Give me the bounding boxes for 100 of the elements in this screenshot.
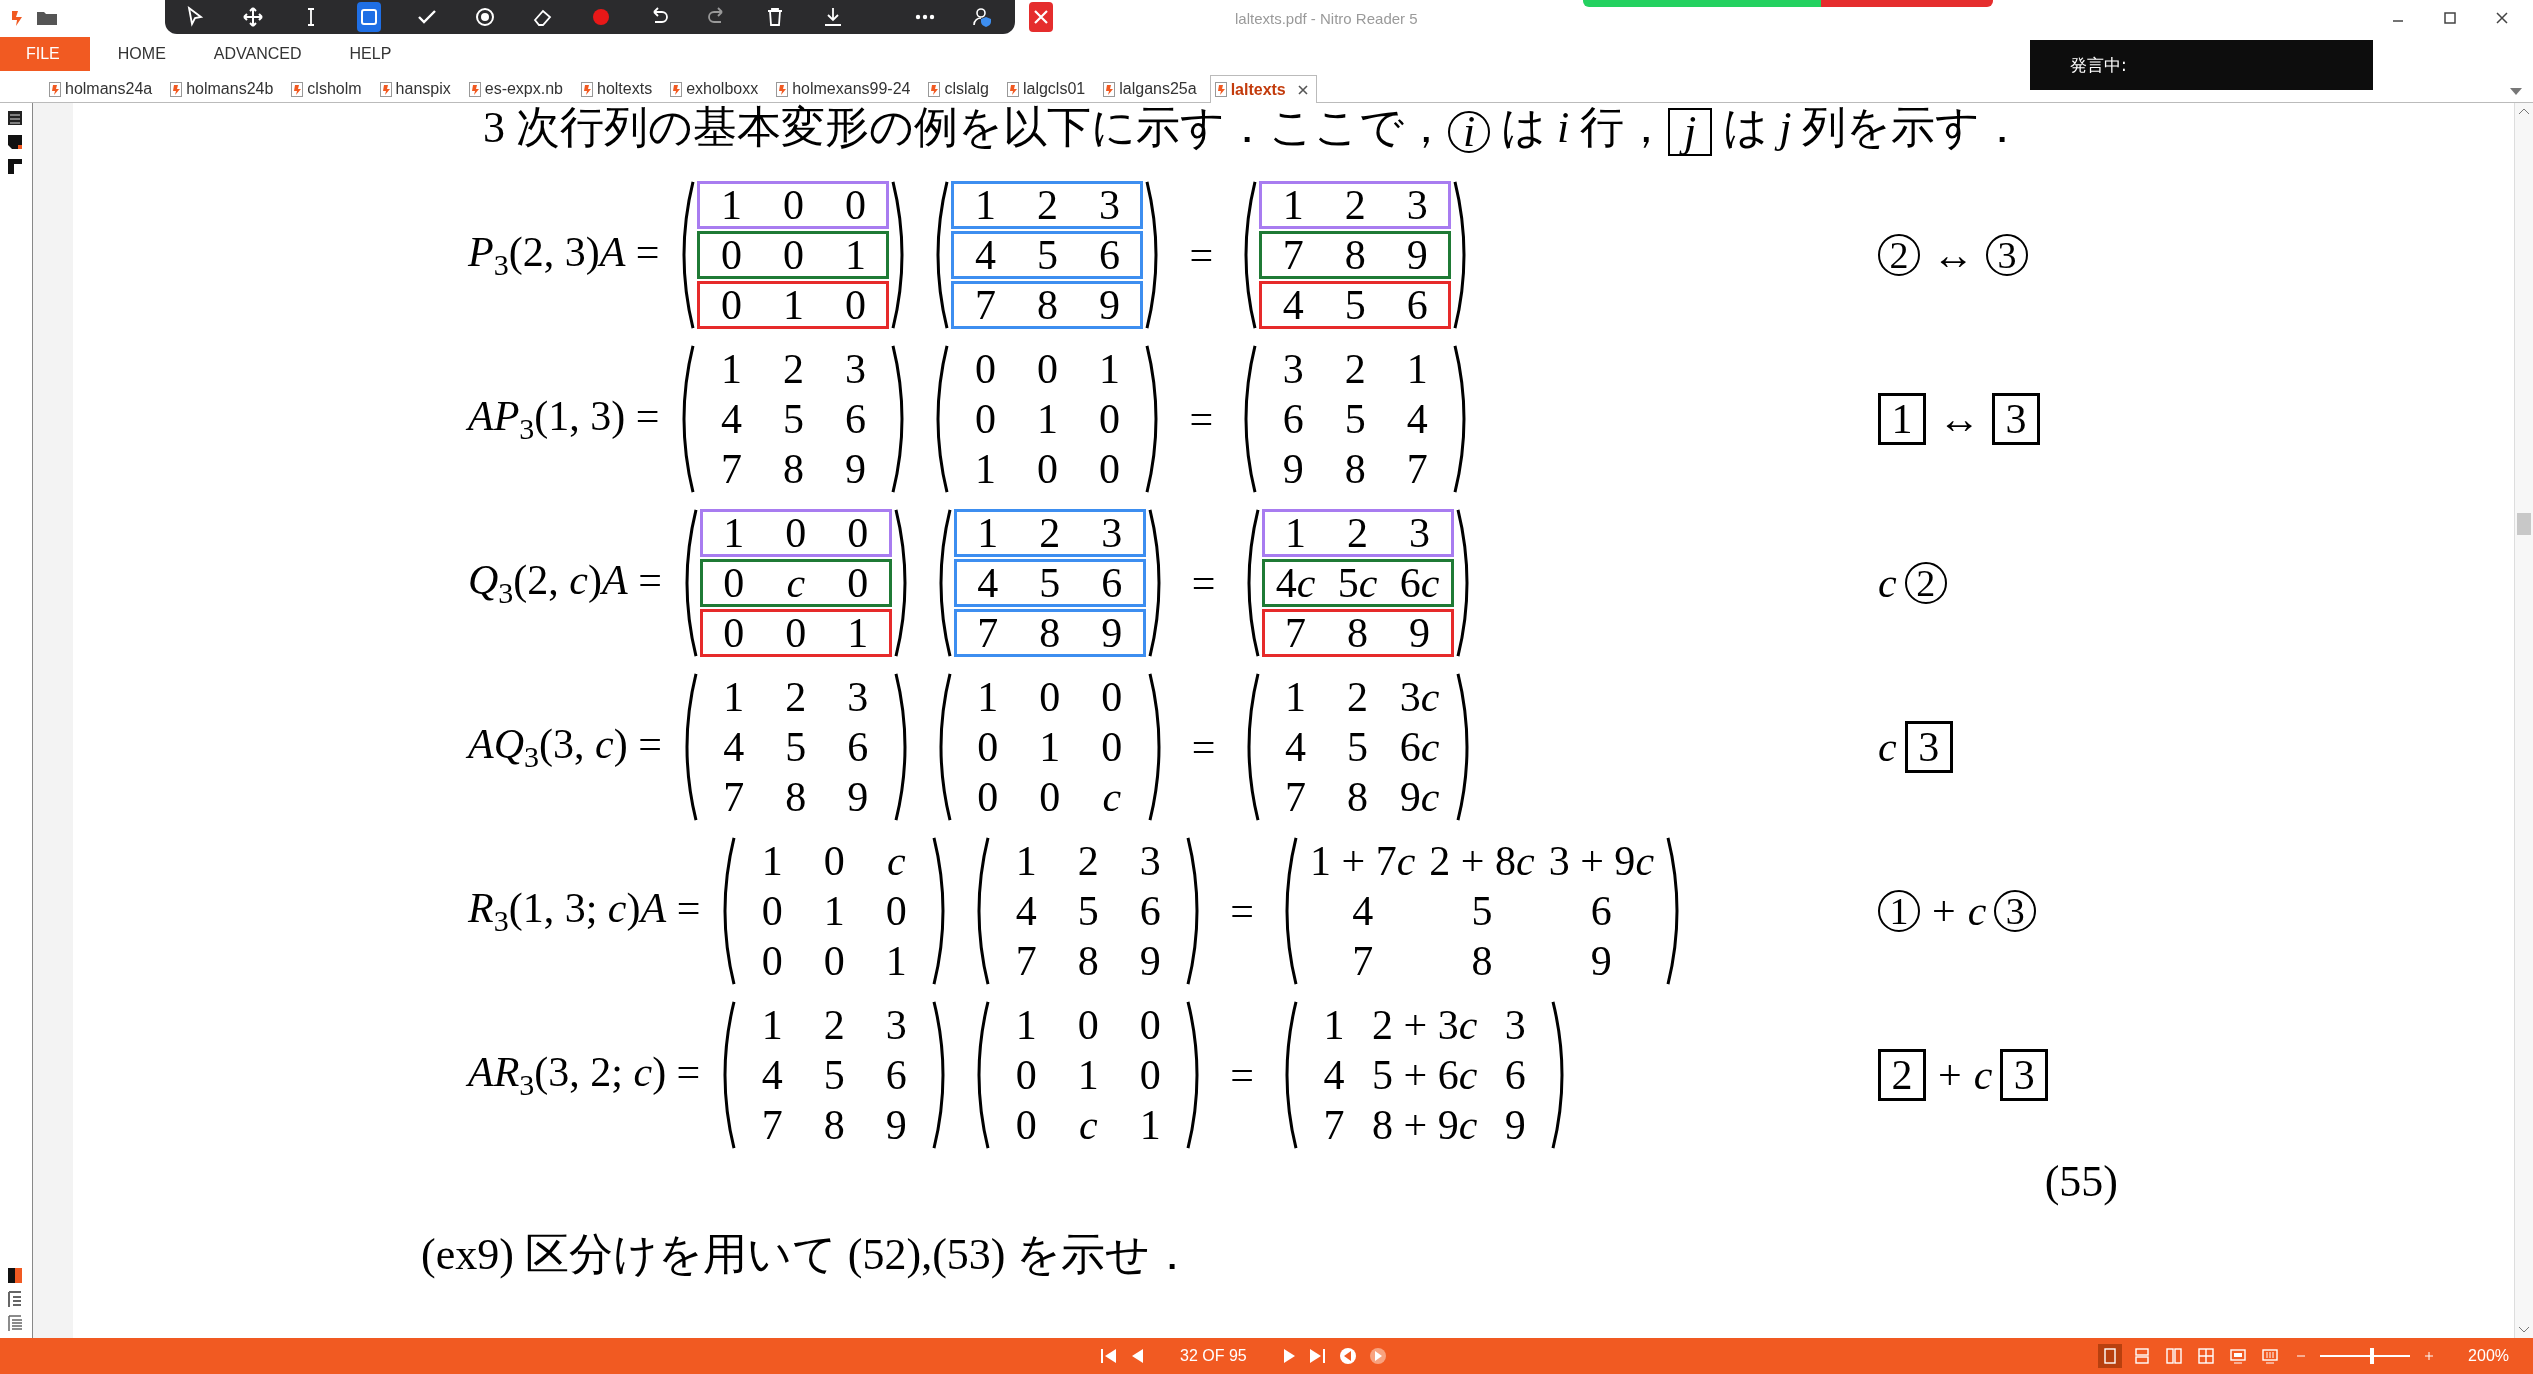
pdf-file-icon [928, 81, 941, 97]
matrix-entry: 0 [976, 725, 1000, 768]
matrix-entry: 3 [1281, 347, 1305, 390]
matrix-entry: 3 [1100, 511, 1124, 554]
matrix-entry: 7 [1322, 1103, 1346, 1146]
app-logo-icon [10, 9, 24, 27]
close-icon[interactable] [1297, 84, 1308, 95]
matrix-entry: 4 [1281, 283, 1305, 326]
back-view-icon[interactable] [1338, 1347, 1357, 1365]
document-tab[interactable]: laltexts [1209, 75, 1317, 103]
menu-item[interactable]: HOME [97, 37, 186, 71]
matrix-entry: 7 [760, 1103, 784, 1146]
document-tab[interactable]: clslalg [923, 75, 998, 102]
matrix-entry: 2 [782, 347, 805, 390]
matrix-entry: 1 [1036, 397, 1059, 440]
matrix-entry: 7 [1284, 611, 1308, 654]
matrix-entry: 6 [844, 397, 867, 440]
math-variable: c [1967, 886, 1987, 935]
matrix-entry: 5 [822, 1053, 846, 1096]
document-tab[interactable]: holmexans99-24 [771, 75, 920, 102]
matrix-entry: 1 [1405, 347, 1429, 390]
matrix-entry: 0 [782, 233, 805, 276]
matrix-entry: 8 [1036, 283, 1059, 326]
maximize-icon[interactable] [2443, 11, 2457, 25]
matrix-entry: 8 [784, 775, 808, 818]
matrix-entry: 7 [976, 611, 1000, 654]
matrix-entry: 0 [1076, 1003, 1100, 1046]
matrix-entry: 0 [720, 283, 743, 326]
document-tab[interactable]: holmans24b [165, 75, 283, 102]
matrix-entry: 7 [1351, 939, 1375, 982]
scroll-down-icon[interactable] [2518, 1326, 2530, 1334]
math-operator: ↔ [1937, 394, 1981, 443]
matrix-entry: 6 [1405, 283, 1429, 326]
circled-number: 2 [1904, 561, 1947, 604]
menu-item[interactable]: HELP [329, 37, 412, 71]
matrix-entry: 0 [782, 183, 805, 226]
matrix-entry: 3 [884, 1003, 908, 1046]
matrix-entry: 3 [1138, 839, 1162, 882]
matrix-entry: 0 [1100, 725, 1124, 768]
matrix-entry: 0 [844, 183, 867, 226]
matrix-entry: 6 [1098, 233, 1121, 276]
last-page-icon[interactable] [1308, 1348, 1327, 1364]
dropdown-arrow-icon[interactable] [2509, 86, 2523, 96]
scrollbar-thumb[interactable] [2517, 513, 2531, 535]
zoom-in-icon[interactable] [2424, 1351, 2435, 1361]
matrix-entry: c [1078, 1103, 1099, 1146]
pdf-file-icon [379, 81, 392, 97]
matrix-entry: 1 [1281, 183, 1305, 226]
pdf-file-icon [170, 81, 183, 97]
matrix-entry: 0 [822, 939, 846, 982]
matrix-entry: 1 [760, 839, 784, 882]
matrix-entry: 9 [884, 1103, 908, 1146]
matrix-entry: 1 [1076, 1053, 1100, 1096]
math-operator: + [1931, 886, 1957, 935]
document-tab[interactable]: es-expx.nb [463, 75, 572, 102]
document-tab[interactable]: holmans24a [44, 75, 162, 102]
matrix-entry: 9 [846, 775, 870, 818]
matrix-entry: 5 [1343, 397, 1367, 440]
matrix-entry: 1 [760, 1003, 784, 1046]
document-tab[interactable]: holtexts [576, 75, 662, 102]
circled-number: 2 [1878, 233, 1920, 276]
matrix-entry: 9 [1281, 447, 1305, 490]
view-mode-icon[interactable] [2098, 1344, 2123, 1368]
rectangle-icon[interactable] [357, 2, 381, 32]
next-page-icon[interactable] [1282, 1348, 1297, 1364]
matrix-entry: 4 [722, 725, 746, 768]
matrix-entry: 1 [1138, 1103, 1162, 1146]
slider-thumb[interactable] [2370, 1348, 2375, 1364]
matrix-entry: 4 [760, 1053, 784, 1096]
close-icon[interactable] [1029, 2, 1053, 32]
document-tab[interactable]: lalgcls01 [1001, 75, 1095, 102]
document-tab[interactable]: lalgans25a [1098, 75, 1206, 102]
matrix-entry: 3 [1405, 183, 1429, 226]
matrix-entry: 1 [844, 233, 867, 276]
matrix-entry: 1 [974, 447, 997, 490]
previous-page-icon[interactable] [1130, 1348, 1144, 1364]
matrix-entry: 1 [976, 511, 1000, 554]
circled-number: 3 [1986, 233, 2028, 276]
document-tab[interactable]: clsholm [286, 75, 371, 102]
matrix-entry: 0 [884, 889, 908, 932]
document-tab[interactable]: hanspix [374, 75, 460, 102]
close-icon[interactable] [2495, 11, 2509, 25]
pdf-file-icon [468, 81, 481, 97]
matrix-entry: 6 [884, 1053, 908, 1096]
folder-icon[interactable] [36, 10, 58, 26]
matrix-entry: 8 [782, 447, 805, 490]
matrix-entry: 9 [1589, 939, 1613, 982]
matrix-entry: 0 [974, 347, 997, 390]
matrix-entry: 7 [1014, 939, 1038, 982]
matrix-entry: 5c [1336, 561, 1379, 604]
forward-view-icon[interactable] [1368, 1347, 1387, 1365]
first-page-icon[interactable] [1100, 1348, 1118, 1364]
vertical-scrollbar[interactable] [2514, 103, 2533, 1338]
scroll-up-icon[interactable] [2518, 107, 2530, 115]
document-tab[interactable]: exholboxx [665, 75, 768, 102]
boxed-number: 3 [1992, 392, 2040, 445]
menu-item[interactable]: ADVANCED [193, 37, 322, 71]
matrix-entry: 2 [1343, 183, 1367, 226]
matrix-entry: 1 + 7c [1309, 839, 1417, 882]
matrix-entry: 0 [1036, 347, 1059, 390]
